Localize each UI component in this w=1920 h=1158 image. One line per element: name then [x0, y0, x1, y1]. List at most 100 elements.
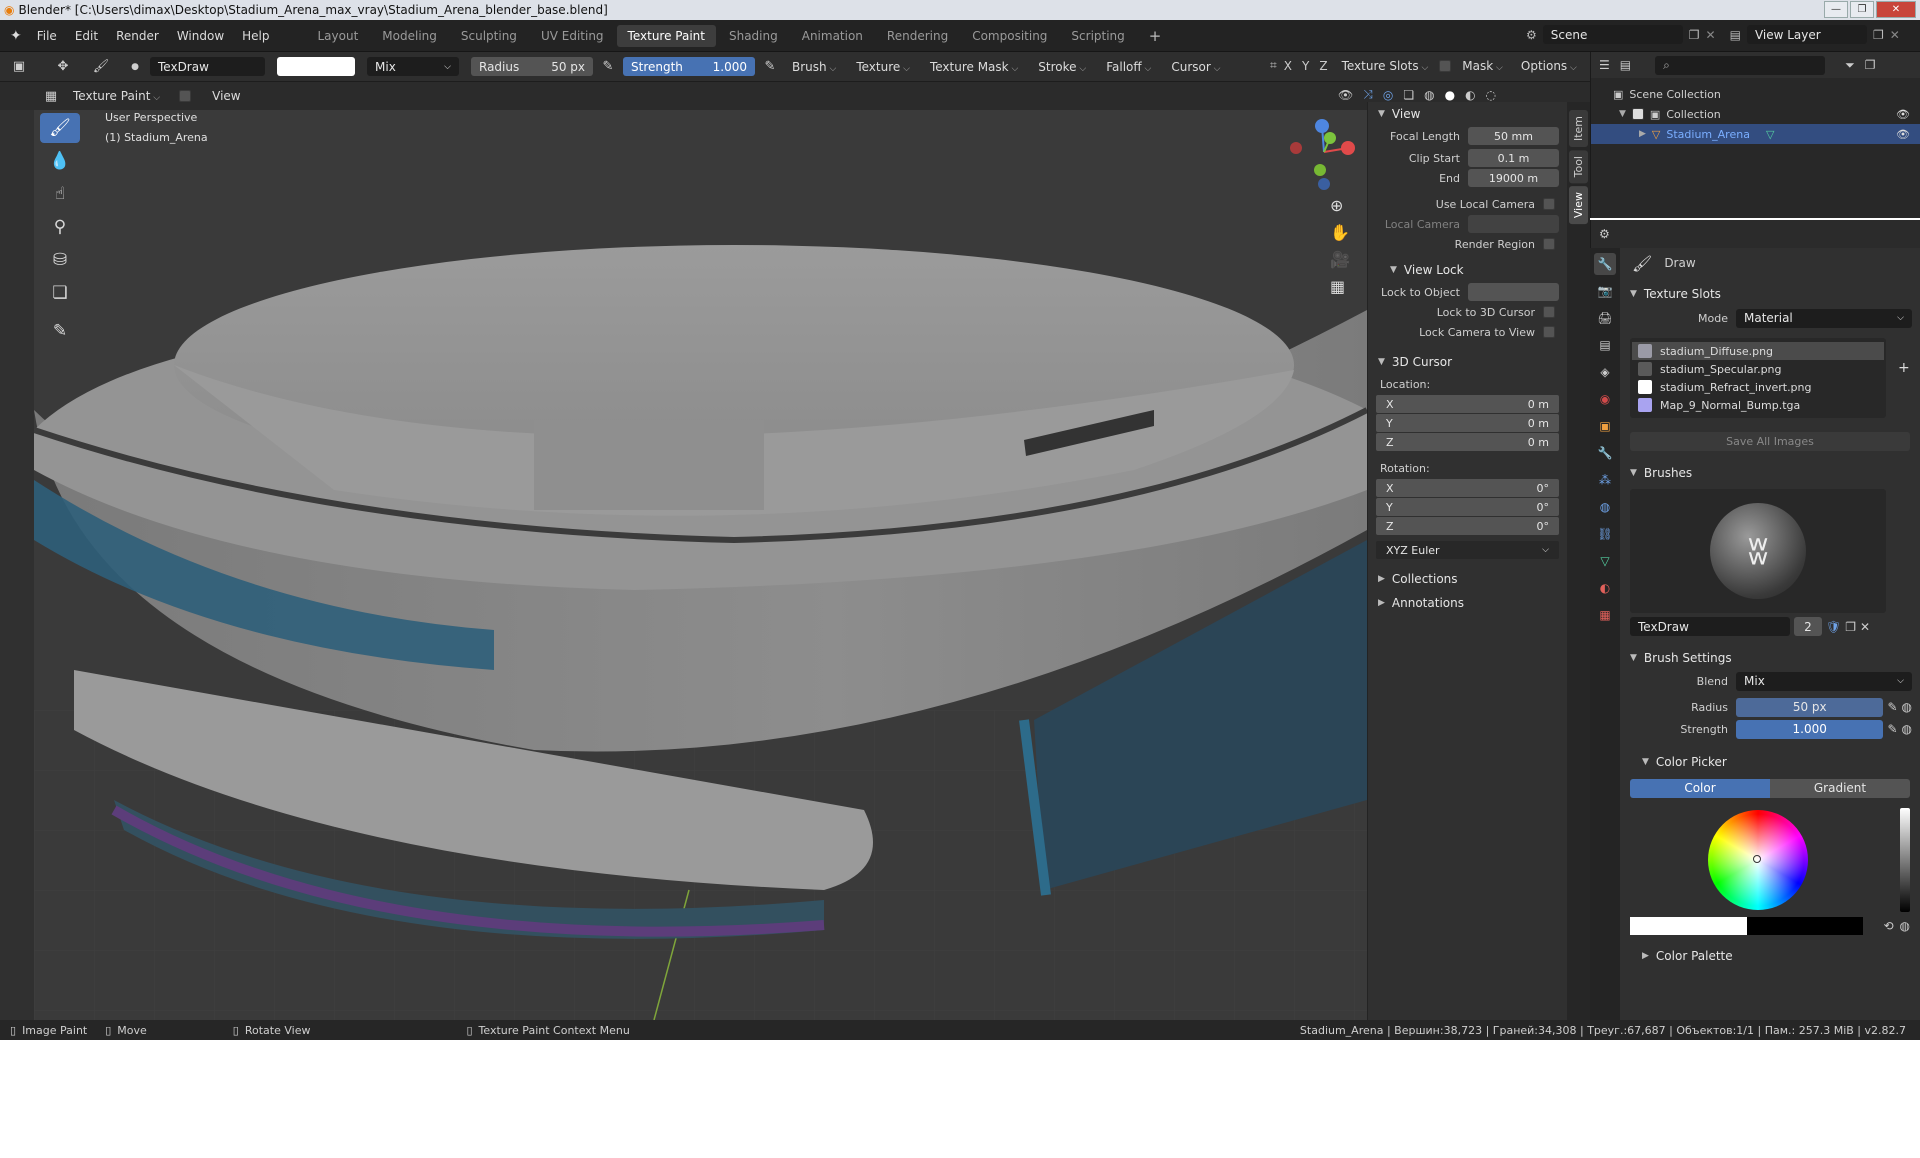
shading-wireframe-icon[interactable]: ◍: [1424, 88, 1434, 102]
gradient-tab[interactable]: Gradient: [1770, 778, 1910, 798]
new-view-layer-icon[interactable]: ❐: [1873, 28, 1884, 42]
mask-menu[interactable]: Mask: [1455, 59, 1510, 73]
texture-slots-menu[interactable]: Texture Slots: [1335, 59, 1436, 73]
annotate-tool-button[interactable]: ✎: [40, 316, 80, 346]
brush-users-count[interactable]: 2: [1794, 617, 1822, 636]
radius-pressure-icon[interactable]: ✎: [599, 58, 617, 76]
menu-window[interactable]: Window: [168, 29, 233, 43]
scene-properties-tab[interactable]: ◈: [1594, 361, 1616, 383]
view-lock-header[interactable]: ▼ View Lock: [1368, 258, 1567, 282]
mask-checkbox[interactable]: [1439, 59, 1452, 72]
texture-mask-menu[interactable]: Texture Mask: [923, 60, 1025, 74]
delete-scene-icon[interactable]: ✕: [1706, 28, 1716, 42]
tab-compositing[interactable]: Compositing: [961, 25, 1058, 47]
paint-mask-toggle[interactable]: [179, 90, 192, 102]
tab-item[interactable]: Item: [1569, 110, 1588, 148]
brush-strength-slider[interactable]: 1.000: [1736, 719, 1884, 739]
view-layer-icon[interactable]: ▤: [1730, 28, 1741, 42]
view-layer-properties-tab[interactable]: ▤: [1594, 334, 1616, 356]
cursor-location-z[interactable]: Z0 m: [1376, 433, 1559, 451]
camera-view-icon[interactable]: 🎥: [1330, 250, 1350, 269]
ortho-grid-icon[interactable]: ▦: [1330, 277, 1350, 296]
clone-tool-button[interactable]: ⚲: [40, 212, 80, 242]
particles-properties-tab[interactable]: ⁂: [1594, 469, 1616, 491]
delete-view-layer-icon[interactable]: ✕: [1890, 28, 1900, 42]
tool-properties-tab[interactable]: 🔧: [1594, 253, 1616, 275]
cursor-rotation-y[interactable]: Y 0°: [1376, 498, 1559, 516]
new-collection-icon[interactable]: ❐: [1865, 58, 1876, 72]
brushes-header[interactable]: ▼ Brushes: [1620, 461, 1920, 485]
blender-menu-icon[interactable]: ✦: [0, 28, 28, 44]
data-properties-tab[interactable]: ▽: [1594, 550, 1616, 572]
display-mode-icon[interactable]: ▤: [1620, 58, 1631, 72]
lock-cursor-row[interactable]: Lock to 3D Cursor: [1368, 302, 1567, 322]
outliner-editor-icon[interactable]: ☰: [1599, 58, 1610, 72]
slot-mode-dropdown[interactable]: Material ⌵: [1736, 308, 1912, 328]
texture-slots-header[interactable]: ▼ Texture Slots: [1620, 282, 1920, 306]
minimize-button[interactable]: —: [1824, 1, 1848, 18]
cursor-location-y[interactable]: Y0 m: [1376, 414, 1559, 432]
lock-camera-row[interactable]: Lock Camera to View: [1368, 322, 1567, 342]
fill-tool-button[interactable]: ⛁: [40, 245, 80, 275]
brush-settings-header[interactable]: ▼ Brush Settings: [1620, 646, 1920, 670]
view-section-header[interactable]: ▼ View: [1368, 102, 1567, 126]
unlink-brush-icon[interactable]: ✕: [1860, 620, 1870, 634]
local-camera-field[interactable]: [1468, 215, 1559, 233]
strength-pressure-icon[interactable]: ✎: [761, 58, 779, 76]
focal-length-field[interactable]: 50 mm: [1468, 127, 1559, 145]
radius-slider[interactable]: Radius 50 px: [471, 57, 593, 76]
zoom-icon[interactable]: ⊕: [1330, 196, 1350, 215]
soften-tool-button[interactable]: 💧: [40, 146, 80, 176]
rotation-mode-dropdown[interactable]: XYZ Euler ⌵: [1376, 541, 1559, 559]
cursor-rotation-z[interactable]: Z 0°: [1376, 517, 1559, 535]
gizmo-icon[interactable]: ⤨: [1363, 87, 1373, 102]
tab-shading[interactable]: Shading: [718, 25, 789, 47]
properties-editor-icon[interactable]: ⚙: [1599, 227, 1610, 241]
mask-tool-button[interactable]: ❏: [40, 278, 80, 308]
shading-solid-icon[interactable]: ●: [1445, 88, 1455, 102]
draw-tool-button[interactable]: 🖌: [40, 113, 80, 143]
texture-slot-item[interactable]: Map_9_Normal_Bump.tga: [1632, 396, 1884, 414]
value-slider[interactable]: [1900, 808, 1910, 912]
color-palette-header[interactable]: ▶ Color Palette: [1620, 944, 1920, 968]
output-properties-tab[interactable]: 🖨: [1594, 307, 1616, 329]
lock-cursor-checkbox[interactable]: [1543, 306, 1555, 318]
radius-pressure-toggle-icon[interactable]: ✎: [1887, 700, 1897, 714]
texture-slot-item[interactable]: stadium_Refract_invert.png: [1632, 378, 1884, 396]
outliner-search-input[interactable]: ⌕: [1655, 55, 1826, 75]
physics-properties-tab[interactable]: ◍: [1594, 496, 1616, 518]
brush-color-swatch[interactable]: [277, 57, 355, 76]
symmetry-icon[interactable]: ⌗: [1270, 58, 1277, 73]
new-scene-icon[interactable]: ❐: [1689, 28, 1700, 42]
add-slot-icon[interactable]: +: [1898, 360, 1910, 376]
menu-help[interactable]: Help: [233, 29, 278, 43]
xray-icon[interactable]: ❏: [1403, 88, 1414, 102]
editor-type-icon[interactable]: ▣: [10, 58, 28, 76]
object-properties-tab[interactable]: ▣: [1594, 415, 1616, 437]
color-tab[interactable]: Color: [1630, 778, 1770, 798]
constraints-properties-tab[interactable]: ⛓: [1594, 523, 1616, 545]
stroke-menu[interactable]: Stroke: [1031, 60, 1093, 74]
tab-texture-paint[interactable]: Texture Paint: [616, 24, 716, 47]
lock-camera-checkbox[interactable]: [1543, 326, 1555, 338]
tab-tool[interactable]: Tool: [1569, 150, 1588, 184]
blend-mode-dropdown[interactable]: Mix ⌵: [367, 57, 459, 76]
scene-selector[interactable]: Scene: [1542, 25, 1683, 44]
close-button[interactable]: ✕: [1876, 1, 1916, 18]
clip-end-field[interactable]: 19000 m: [1468, 169, 1559, 187]
texture-properties-tab[interactable]: ▦: [1594, 604, 1616, 626]
duplicate-brush-icon[interactable]: ❐: [1845, 620, 1856, 634]
falloff-menu[interactable]: Falloff: [1099, 60, 1158, 74]
clip-start-field[interactable]: 0.1 m: [1468, 149, 1559, 167]
symmetry-x-button[interactable]: X: [1281, 59, 1295, 73]
transform-icon[interactable]: ✥: [54, 58, 72, 76]
lock-object-field[interactable]: [1468, 283, 1559, 301]
unified-color-icon[interactable]: ◍: [1900, 919, 1910, 933]
mode-selector[interactable]: Texture Paint: [66, 89, 167, 103]
brush-menu[interactable]: Brush: [785, 60, 843, 74]
shading-material-icon[interactable]: ◐: [1465, 88, 1475, 102]
add-workspace-icon[interactable]: +: [1138, 25, 1173, 47]
save-all-images-button[interactable]: Save All Images: [1630, 432, 1910, 451]
tab-view[interactable]: View: [1569, 186, 1588, 225]
outliner-scene-collection[interactable]: ▣ Scene Collection: [1591, 84, 1920, 104]
